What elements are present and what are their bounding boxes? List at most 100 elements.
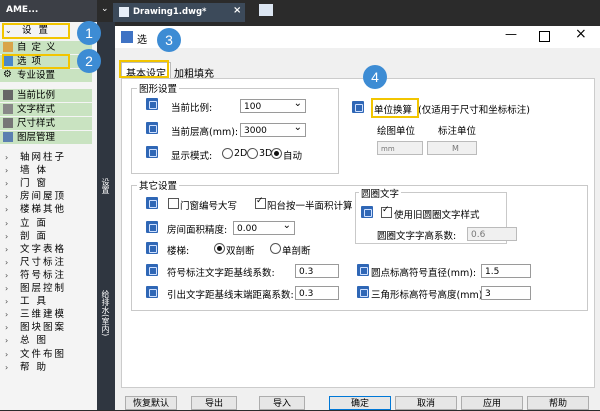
menu-item[interactable]: › 三维建模 xyxy=(0,308,92,321)
stair-single-radio[interactable] xyxy=(270,243,281,254)
export-button[interactable]: 导出 xyxy=(191,396,237,410)
step-badge-2: 2 xyxy=(77,49,101,73)
menu-item[interactable]: › 尺寸标注 xyxy=(0,256,92,269)
import-button[interactable]: 导入 xyxy=(259,396,305,410)
mode-2d-radio[interactable] xyxy=(222,148,233,159)
menu-customize[interactable]: 自 定 义 xyxy=(0,41,92,54)
cat-layer-manager[interactable]: 图层管理 xyxy=(0,131,92,144)
menu-item[interactable]: › 楼梯其他 xyxy=(0,203,92,216)
height-icon xyxy=(146,122,158,134)
menu-item[interactable]: › 文字表格 xyxy=(0,243,92,256)
area-icon xyxy=(146,221,158,233)
close-icon[interactable]: × xyxy=(233,5,241,16)
document-tab-bar: ⌄ Drawing1.dwg* × xyxy=(97,0,600,22)
mark-unit-label: 标注单位 xyxy=(438,126,477,137)
mode-auto-radio[interactable] xyxy=(271,148,282,159)
palette-side-strip xyxy=(97,22,115,410)
scale-icon xyxy=(146,98,158,110)
menu-item[interactable]: › 总 图 xyxy=(0,334,92,347)
menu-item[interactable]: › 房间屋顶 xyxy=(0,190,92,203)
new-tab-icon[interactable] xyxy=(259,4,273,16)
highlight-unit xyxy=(371,98,419,118)
chevron-right-icon: › xyxy=(5,166,9,176)
stair-double-radio[interactable] xyxy=(214,243,225,254)
menu-item[interactable]: › 墙 体 xyxy=(0,164,92,177)
tab-drawing1[interactable]: Drawing1.dwg* × xyxy=(113,3,245,22)
sym-dist-icon xyxy=(146,264,158,276)
text-style-icon xyxy=(3,104,13,114)
menu-item[interactable]: › 帮 助 xyxy=(0,361,92,374)
maximize-icon[interactable] xyxy=(539,31,550,42)
menu-professional[interactable]: ⚙ 专业设置 xyxy=(0,69,92,82)
highlight-options xyxy=(2,54,70,69)
balcony-checkbox[interactable] xyxy=(255,196,266,209)
menu-item[interactable]: › 文件布图 xyxy=(0,348,92,361)
app-icon xyxy=(121,31,133,43)
group-other-title: 其它设置 xyxy=(137,178,180,192)
circle-ratio-label: 圆圈文字字高系数: xyxy=(377,231,457,242)
dot-diam-icon xyxy=(357,264,369,276)
door-upper-label: 门窗编号大写 xyxy=(180,201,238,212)
step-badge-4: 4 xyxy=(363,65,387,89)
scale-select[interactable]: 100 xyxy=(240,97,306,113)
chevron-right-icon: › xyxy=(5,284,9,293)
area-select[interactable]: 0.00 xyxy=(233,219,295,235)
menu-item[interactable]: › 轴网柱子 xyxy=(0,151,92,164)
mark-unit-select[interactable]: M xyxy=(427,141,477,155)
ok-button[interactable]: 确定 xyxy=(329,396,391,410)
cat-text-style[interactable]: 文字样式 xyxy=(0,103,92,116)
chevron-right-icon: › xyxy=(5,336,9,346)
chevron-right-icon: › xyxy=(5,205,9,215)
menu-item[interactable]: › 图块图案 xyxy=(0,321,92,334)
lead-dist-label: 引出文字距基线末端距离系数: xyxy=(167,290,294,301)
draw-unit-select[interactable]: mm xyxy=(377,141,423,155)
dim-style-icon xyxy=(3,118,13,128)
sym-dist-input[interactable]: 0.3 xyxy=(295,264,339,278)
chevron-right-icon: › xyxy=(5,310,9,320)
dialog-title-bar: 选 — × xyxy=(115,26,600,48)
mode-2d-label: 2D xyxy=(234,148,248,159)
dot-diam-label: 圆点标高符号直径(mm): xyxy=(371,268,477,279)
close-icon[interactable]: × xyxy=(575,26,587,42)
mode-3d-radio[interactable] xyxy=(247,148,258,159)
cancel-button[interactable]: 取消 xyxy=(395,396,457,410)
chevron-right-icon: › xyxy=(5,270,9,280)
dialog-title: 选 xyxy=(137,35,147,46)
chevron-down-icon[interactable]: ⌄ xyxy=(101,4,109,14)
display-label: 显示模式: xyxy=(171,151,213,162)
customize-icon xyxy=(3,42,13,52)
options-dialog: 选 — × 基本设定 加粗填充 图形设置 当前比例: 100 当前层高(mm):… xyxy=(115,26,600,410)
chevron-right-icon: › xyxy=(5,192,9,202)
menu-item[interactable]: › 工 具 xyxy=(0,295,92,308)
minimize-icon[interactable]: — xyxy=(505,27,517,41)
cat-scale[interactable]: 当前比例 xyxy=(0,89,92,102)
door-upper-checkbox[interactable] xyxy=(168,198,179,209)
chevron-right-icon: › xyxy=(5,323,9,333)
tri-height-input[interactable]: 3 xyxy=(481,286,531,300)
menu-item[interactable]: › 图层控制 xyxy=(0,282,92,295)
circle-old-checkbox[interactable] xyxy=(381,205,392,218)
tri-height-icon xyxy=(357,286,369,298)
group-circle-title: 圆圈文字 xyxy=(359,186,402,200)
height-select[interactable]: 3000 xyxy=(240,121,306,137)
restore-default-button[interactable]: 恢复默认 xyxy=(125,396,177,410)
menu-item[interactable]: › 立 面 xyxy=(0,217,92,230)
menu-item[interactable]: › 剖 面 xyxy=(0,230,92,243)
circle-ratio-input[interactable]: 0.6 xyxy=(467,227,517,241)
apply-button[interactable]: 应用 xyxy=(461,396,523,410)
dot-diam-input[interactable]: 1.5 xyxy=(481,264,531,278)
cat-dim-style[interactable]: 尺寸样式 xyxy=(0,117,92,130)
tab-bold-fill[interactable]: 加粗填充 xyxy=(171,64,217,80)
scale-label: 当前比例: xyxy=(171,103,213,114)
unit-note: (仅适用于尺寸和坐标标注) xyxy=(418,105,530,116)
group-graphic-title: 图形设置 xyxy=(137,81,180,95)
stair-label: 楼梯: xyxy=(167,246,190,257)
menu-item[interactable]: › 门 窗 xyxy=(0,177,92,190)
chevron-right-icon: › xyxy=(5,244,9,254)
highlight-settings xyxy=(2,23,70,39)
lead-dist-input[interactable]: 0.3 xyxy=(295,286,339,300)
help-button[interactable]: 帮助 xyxy=(527,396,589,410)
dwg-file-icon xyxy=(119,7,129,17)
menu-item[interactable]: › 符号标注 xyxy=(0,269,92,282)
balcony-label: 阳台按一半面积计算 xyxy=(267,201,353,212)
